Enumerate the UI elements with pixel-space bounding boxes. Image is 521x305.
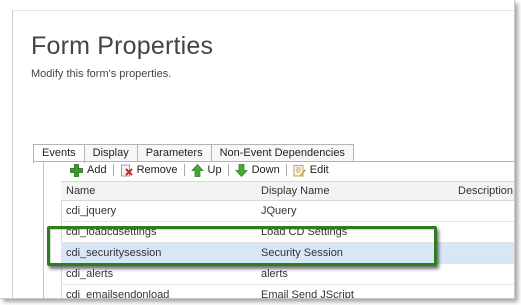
column-header-description[interactable]: Description [458, 185, 513, 197]
add-label: Add [87, 164, 107, 176]
row-display-name: Security Session [261, 247, 343, 259]
top-border [12, 10, 514, 11]
form-libraries-grid: Name Display Name Description cdi_jquery… [61, 181, 514, 299]
down-arrow-icon [234, 163, 248, 177]
row-name: cdi_loadcdsettings [66, 226, 157, 238]
remove-button[interactable]: Remove [114, 164, 184, 177]
row-name: cdi_securitysession [66, 247, 162, 259]
row-display-name: Load CD Settings [261, 226, 348, 238]
down-button[interactable]: Down [229, 163, 286, 177]
edit-icon [293, 164, 306, 177]
row-name: cdi_alerts [66, 268, 114, 280]
column-header-name[interactable]: Name [66, 185, 95, 197]
table-row[interactable]: cdi_emailsendonload Email Send JScript [61, 285, 514, 299]
add-icon [70, 163, 83, 177]
row-display-name: Email Send JScript [261, 289, 354, 299]
panel-left-border [43, 162, 44, 298]
table-row[interactable]: cdi_loadcdsettings Load CD Settings [61, 222, 514, 243]
tab-display[interactable]: Display [83, 144, 138, 162]
library-toolbar: Add Remove Up Down Edit [64, 162, 335, 178]
form-properties-dialog: Form Properties Modify this form's prope… [0, 0, 515, 299]
down-label: Down [251, 164, 280, 176]
edit-label: Edit [309, 164, 329, 176]
table-row[interactable]: cdi_alerts alerts [61, 264, 514, 285]
remove-label: Remove [136, 164, 178, 176]
left-border [12, 10, 13, 298]
page-title: Form Properties [31, 32, 214, 60]
row-name: cdi_jquery [66, 205, 117, 217]
grid-header: Name Display Name Description [61, 181, 514, 201]
up-label: Up [207, 164, 222, 176]
tab-strip: Events Display Parameters Non-Event Depe… [33, 144, 354, 163]
tab-non-event-dependencies[interactable]: Non-Event Dependencies [210, 144, 354, 162]
table-row-selected[interactable]: cdi_securitysession Security Session [61, 243, 514, 264]
add-button[interactable]: Add [64, 163, 113, 177]
row-name: cdi_emailsendonload [66, 289, 170, 299]
tab-parameters[interactable]: Parameters [136, 144, 212, 162]
up-arrow-icon [190, 163, 204, 177]
row-display-name: alerts [261, 268, 288, 280]
up-button[interactable]: Up [185, 163, 228, 177]
remove-icon [120, 164, 133, 177]
table-row[interactable]: cdi_jquery JQuery [61, 201, 514, 222]
column-header-display-name[interactable]: Display Name [261, 185, 329, 197]
page-subtitle: Modify this form's properties. [31, 68, 172, 80]
edit-button[interactable]: Edit [287, 164, 335, 177]
row-display-name: JQuery [261, 205, 297, 217]
